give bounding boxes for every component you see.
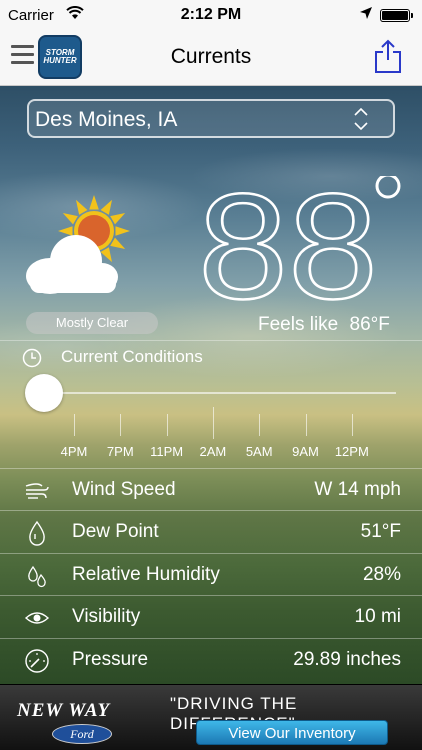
timeline-tick (351, 414, 353, 436)
conditions-title: Current Conditions (61, 347, 203, 366)
condition-value: W 14 mph (314, 479, 401, 500)
battery-icon (380, 9, 413, 22)
condition-row: Pressure 29.89 inches (0, 637, 422, 680)
condition-value: 29.89 inches (293, 648, 401, 670)
timeline-tick (166, 414, 168, 436)
wind-icon (25, 483, 49, 499)
timeline-label: 2AM (199, 444, 227, 459)
timeline-label: 4PM (60, 444, 88, 459)
condition-row: Visibility 10 mi (0, 595, 422, 637)
condition-row: Relative Humidity 28% (0, 552, 422, 595)
page-title: Currents (170, 45, 252, 68)
timeline-label: 9AM (292, 444, 319, 459)
timeline-label: 7PM (106, 444, 134, 459)
timeline-label: 12PM (334, 444, 369, 459)
condition-label: Wind Speed (72, 479, 176, 500)
condition-label: Dew Point (72, 521, 159, 543)
timeline-tick (120, 414, 122, 436)
timeline-tick (74, 414, 75, 436)
share-button[interactable] (373, 38, 403, 74)
temperature-display: 88 (198, 176, 401, 306)
sun-ray (89, 195, 99, 210)
degree-symbol (375, 176, 401, 199)
condition-value: 28% (362, 563, 401, 585)
location-arrow-icon (360, 7, 372, 19)
status-bar: Carrier 2:12 PM (0, 0, 422, 30)
share-icon (375, 39, 401, 73)
nav-bar: STORM HUNTER Currents (0, 30, 422, 86)
condition-row: Dew Point 51°F (0, 510, 422, 552)
temperature-value: 88 (198, 176, 378, 306)
condition-label: Pressure (72, 648, 149, 670)
partly-cloudy-icon (26, 195, 130, 294)
condition-label: Visibility (72, 606, 141, 628)
ad-brand: NEW WAY (17, 700, 111, 721)
sun-ray (100, 247, 112, 263)
feels-like-value: 86°F (349, 314, 390, 335)
sun-ray (76, 199, 88, 215)
eye-icon (24, 612, 50, 624)
view-inventory-button[interactable]: View Our Inventory (196, 720, 388, 745)
sun-ray (110, 237, 126, 249)
select-chevron-icon (354, 107, 368, 131)
timeline-tick (212, 407, 214, 439)
feels-like: Feels like 86°F (258, 314, 390, 336)
sun-ray (110, 213, 126, 225)
condition-label: Relative Humidity (72, 563, 220, 585)
location-select[interactable]: Des Moines, IA (27, 99, 395, 138)
timeline-label: 5AM (245, 444, 273, 459)
condition-badge: Mostly Clear (26, 312, 158, 334)
sun-ray (115, 226, 130, 236)
sun-ray (58, 226, 73, 236)
sun-ray (100, 199, 112, 215)
humidity-drops-icon (28, 565, 46, 587)
dew-drop-icon (29, 521, 45, 547)
timeline-tick (305, 414, 307, 436)
timeline-track[interactable] (44, 392, 396, 394)
gauge-icon (25, 648, 49, 673)
timeline-tick (259, 414, 261, 436)
condition-value: 10 mi (354, 606, 401, 628)
main-content: Des Moines, IA Mostly Clear 88 Feels lik… (0, 86, 422, 684)
divider (0, 340, 422, 341)
timeline-label: 11PM (150, 444, 184, 459)
condition-value: 51°F (360, 521, 401, 543)
clock-icon (22, 348, 42, 368)
ad-banner[interactable]: NEW WAY Ford "DRIVING THE DIFFERENCE" Vi… (0, 684, 422, 750)
location-value: Des Moines, IA (35, 108, 178, 131)
timeline-slider-handle[interactable] (25, 374, 63, 412)
feels-like-label: Feels like (258, 314, 339, 335)
sun-ray (62, 213, 78, 225)
ford-logo: Ford (52, 724, 112, 744)
condition-row: Wind Speed W 14 mph (0, 468, 422, 510)
